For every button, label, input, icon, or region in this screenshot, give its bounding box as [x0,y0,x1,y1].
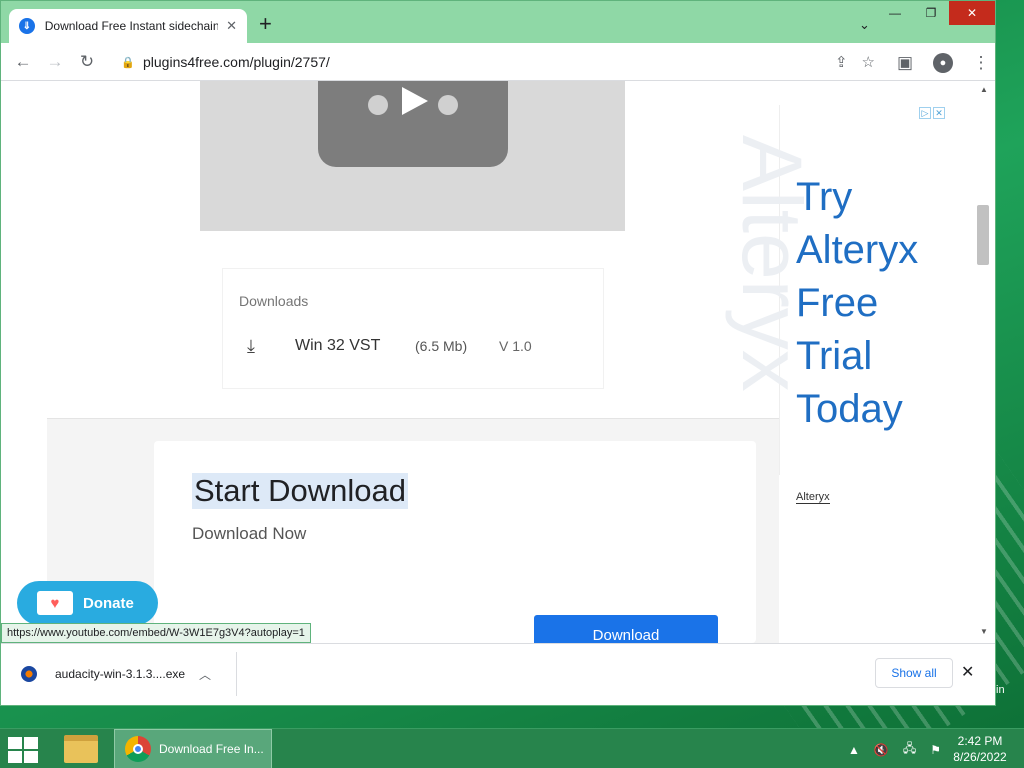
lock-icon: 🔒 [121,57,135,69]
downloads-card: Downloads ⤓ Win 32 VST (6.5 Mb) V 1.0 [223,269,603,388]
ad-line: Alteryx [796,228,919,272]
clock-time: 2:42 PM [957,734,1003,748]
omnibox-icons: ⇪ ☆ [835,47,875,77]
scroll-thumb[interactable] [977,205,989,265]
download-shelf-item[interactable]: audacity-win-3.1.3....exe ︿ [15,652,237,696]
scroll-up-icon[interactable]: ▲ [973,85,995,95]
taskbar: Download Free In... ▲ 🔇 🖧 ⚑ 2:42 PM 8/26… [0,728,1024,768]
downloads-heading: Downloads [239,293,309,309]
clock-date: 8/26/2022 [953,750,1007,764]
taskbar-clock[interactable]: 2:42 PM 8/26/2022 [952,733,1008,765]
share-icon[interactable]: ⇪ [835,53,848,71]
ko-fi-cup-icon: ♥ [37,591,73,615]
chrome-icon [125,736,151,762]
audacity-icon [21,666,37,682]
download-file-name[interactable]: audacity-win-3.1.3....exe [55,667,199,681]
chrome-icon-center [133,744,143,754]
menu-kebab-icon[interactable]: ⋮ [965,47,997,79]
chevron-down-icon[interactable]: ⌄ [859,17,870,33]
taskbar-chrome-item[interactable]: Download Free In... [114,729,272,768]
ad-close-icon[interactable]: ✕ [933,107,945,119]
chevron-up-icon[interactable]: ︿ [199,666,211,683]
start-tile [8,751,22,763]
start-download-subtitle: Download Now [192,524,307,543]
status-bar-url: https://www.youtube.com/embed/W-3W1E7g3V… [1,623,311,643]
page-viewport: Downloads ⤓ Win 32 VST (6.5 Mb) V 1.0 St… [1,81,995,643]
desktop-edge-text: in [996,684,1005,696]
ad-line: Today [796,387,903,431]
plugins4free-icon: ⇓ [19,18,35,34]
windows-start-icon[interactable] [8,737,38,763]
side-panel-icon[interactable]: ▣ [889,47,921,79]
download-name[interactable]: Win 32 VST [295,337,415,355]
maximize-button[interactable]: ❐ [913,1,949,25]
back-icon[interactable]: ← [7,46,39,78]
start-tile [8,737,22,749]
toolbar-right-icons: ▣ ● ⋮ [889,47,997,79]
ad-brand-link[interactable]: Alteryx [796,491,830,504]
donate-label: Donate [83,594,134,612]
action-center-icon[interactable]: ⚑ [930,743,941,757]
download-arrow-icon[interactable]: ⤓ [239,336,263,357]
download-shelf: audacity-win-3.1.3....exe ︿ Show all ✕ [1,643,995,705]
donate-button[interactable]: ♥ Donate [17,581,158,625]
video-dot-right [438,95,458,115]
ad-line: Try [796,175,853,219]
ad-line: Free [796,281,879,325]
reload-icon[interactable]: ↻ [71,46,103,78]
url-text: plugins4free.com/plugin/2757/ [143,54,330,70]
network-icon[interactable]: 🖧 [903,739,916,760]
ad-line: Trial [796,334,873,378]
close-icon[interactable]: ✕ [961,662,974,682]
page-left-margin [1,81,47,643]
browser-toolbar: ← → ↻ 🔒 plugins4free.com/plugin/2757/ ⇪ … [1,43,995,81]
ad-banner[interactable]: ▷ ✕ Alteryx Try Alteryx Free Trial Today… [725,105,946,504]
video-embed[interactable] [200,81,625,231]
start-tile [24,737,38,749]
ad-info-icon[interactable]: ▷ [919,107,931,119]
ad-sidebar: ▷ ✕ Alteryx Try Alteryx Free Trial Today… [725,81,973,643]
download-size: (6.5 Mb) [415,338,468,354]
start-download-title: Start Download [192,473,408,509]
tab-strip: ⇓ Download Free Instant sidechain ✕ + ⌄ … [1,1,995,43]
scroll-down-icon[interactable]: ▼ [973,627,995,637]
window-controls: — ❐ ✕ [877,1,995,25]
browser-window: ⇓ Download Free Instant sidechain ✕ + ⌄ … [0,0,996,706]
minimize-button[interactable]: — [877,1,913,25]
file-explorer-icon[interactable] [64,735,98,763]
download-version: V 1.0 [499,338,532,354]
tab-title: Download Free Instant sidechain [44,19,219,33]
tab-active[interactable]: ⇓ Download Free Instant sidechain ✕ [9,9,247,43]
start-download-card: Start Download Download Now Download [154,441,756,643]
address-bar[interactable]: 🔒 plugins4free.com/plugin/2757/ ⇪ ☆ [111,47,881,77]
ad-choices[interactable]: ▷ ✕ [919,107,945,119]
new-tab-button[interactable]: + [259,13,272,35]
forward-icon[interactable]: → [39,46,71,78]
download-button[interactable]: Download [534,615,718,643]
close-icon[interactable]: ✕ [226,18,237,34]
system-tray: ▲ 🔇 🖧 ⚑ [848,739,941,760]
taskbar-item-label: Download Free In... [159,742,264,756]
page-main: Downloads ⤓ Win 32 VST (6.5 Mb) V 1.0 St… [47,81,779,643]
start-tile [24,751,38,763]
profile-button[interactable]: ● [927,47,959,79]
ad-headline[interactable]: Try Alteryx Free Trial Today [796,171,946,436]
play-icon[interactable] [402,87,428,115]
video-thumbnail [318,81,508,167]
avatar: ● [933,53,953,73]
tray-expand-icon[interactable]: ▲ [848,743,860,757]
close-window-button[interactable]: ✕ [949,1,995,25]
volume-muted-icon[interactable]: 🔇 [874,743,889,757]
show-all-button[interactable]: Show all [875,658,953,688]
page-scrollbar[interactable]: ▲ ▼ [973,81,995,643]
bookmark-star-icon[interactable]: ☆ [862,53,875,71]
video-dot-left [368,95,388,115]
download-row[interactable]: ⤓ Win 32 VST (6.5 Mb) V 1.0 [239,331,589,361]
